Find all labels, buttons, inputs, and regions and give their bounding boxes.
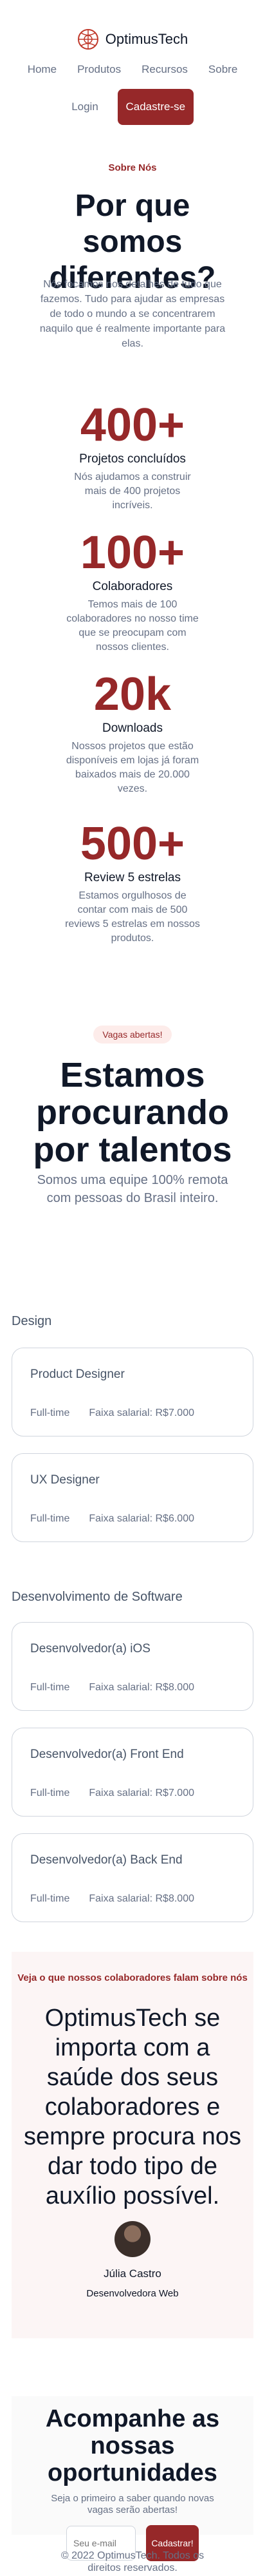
stat-label: Downloads — [102, 721, 163, 735]
about-section: Sobre Nós — [0, 162, 265, 173]
job-title: Product Designer — [30, 1368, 125, 1381]
job-title: Desenvolvedor(a) Back End — [30, 1853, 183, 1867]
stat-downloads: 20k Downloads Nossos projetos que estão … — [0, 669, 265, 796]
job-salary: Faixa salarial: R$7.000 — [89, 1407, 194, 1418]
stat-value: 20k — [93, 669, 172, 720]
testimonial-quote: OptimusTech se importa com a saúde dos s… — [24, 2005, 241, 2209]
stat-desc: Nossos projetos que estão disponíveis em… — [66, 741, 199, 794]
nav-produtos[interactable]: Produtos — [77, 63, 121, 76]
job-meta: Full-time Faixa salarial: R$8.000 — [30, 1682, 194, 1693]
job-title: Desenvolvedor(a) Front End — [30, 1748, 184, 1761]
stat-label: Colaboradores — [92, 580, 173, 593]
signup-button[interactable]: Cadastre-se — [117, 89, 194, 125]
job-salary: Faixa salarial: R$8.000 — [89, 1682, 194, 1693]
avatar — [114, 2221, 151, 2257]
author-wrap: Júlia Castro — [0, 2267, 265, 2280]
careers-badge-wrap: Vagas abertas! — [0, 1026, 265, 1044]
job-card-ios[interactable]: Desenvolvedor(a) iOS Full-time Faixa sal… — [12, 1622, 253, 1711]
testimonial-role: Desenvolvedora Web — [86, 2288, 179, 2299]
job-card-product-designer[interactable]: Product Designer Full-time Faixa salaria… — [12, 1348, 253, 1436]
about-desc-wrap: Nós focamos nos detalhes de tudo que faz… — [0, 277, 265, 351]
subscribe-desc-wrap: Seja o primeiro a saber quando novas vag… — [0, 2493, 265, 2516]
careers-title: Estamos procurando por talentos — [33, 1056, 232, 1169]
footer: © 2022 OptimusTech. Todos os direitos re… — [0, 2550, 265, 2574]
job-type: Full-time — [30, 1788, 70, 1798]
careers-badge: Vagas abertas! — [93, 1026, 172, 1044]
testimonial-eyebrow-wrap: Veja o que nossos colaboradores falam so… — [0, 1972, 265, 1983]
job-meta: Full-time Faixa salarial: R$8.000 — [30, 1893, 194, 1905]
careers-subtitle: Somos uma equipe 100% remota com pessoas… — [37, 1173, 228, 1205]
stat-desc: Temos mais de 100 colaboradores no nosso… — [66, 599, 199, 653]
login-link[interactable]: Login — [71, 100, 98, 113]
brand-name: OptimusTech — [105, 31, 188, 47]
stat-collaborators: 100+ Colaboradores Temos mais de 100 col… — [0, 527, 265, 654]
stat-desc: Nós ajudamos a construir mais de 400 pro… — [74, 472, 191, 511]
avatar-wrap — [0, 2221, 265, 2257]
job-salary: Faixa salarial: R$7.000 — [89, 1788, 194, 1798]
main-nav: Home Produtos Recursos Sobre — [0, 63, 265, 76]
subscribe-title: Acompanhe as nossas oportunidades — [45, 2405, 220, 2486]
stat-reviews: 500+ Review 5 estrelas Estamos orgulhoso… — [0, 818, 265, 946]
stat-label: Projetos concluídos — [79, 452, 186, 466]
subscribe-description: Seja o primeiro a saber quando novas vag… — [51, 2493, 214, 2515]
header-logo[interactable]: OptimusTech — [0, 28, 265, 50]
job-type: Full-time — [30, 1682, 70, 1693]
role-wrap: Desenvolvedora Web — [0, 2288, 265, 2299]
job-meta: Full-time Faixa salarial: R$7.000 — [30, 1788, 194, 1799]
job-title: Desenvolvedor(a) iOS — [30, 1642, 151, 1655]
stat-label: Review 5 estrelas — [84, 871, 181, 884]
testimonial-quote-wrap: OptimusTech se importa com a saúde dos s… — [0, 2003, 265, 2211]
stat-desc: Estamos orgulhosos de contar com mais de… — [65, 890, 200, 944]
job-meta: Full-time Faixa salarial: R$6.000 — [30, 1513, 194, 1525]
about-eyebrow: Sobre Nós — [108, 162, 157, 173]
testimonial-author: Júlia Castro — [104, 2267, 161, 2280]
job-salary: Faixa salarial: R$6.000 — [89, 1513, 194, 1524]
job-meta: Full-time Faixa salarial: R$7.000 — [30, 1407, 194, 1419]
stat-value: 400+ — [80, 399, 185, 451]
auth-actions: Login Cadastre-se — [0, 89, 265, 125]
careers-title-wrap: Estamos procurando por talentos — [0, 1056, 265, 1169]
stat-value: 500+ — [80, 818, 185, 870]
nav-home[interactable]: Home — [28, 63, 57, 76]
job-type: Full-time — [30, 1513, 70, 1524]
job-type: Full-time — [30, 1407, 70, 1418]
footer-copyright: © 2022 OptimusTech. Todos os direitos re… — [60, 2550, 205, 2573]
department-design: Design — [12, 1314, 52, 1328]
nav-sobre[interactable]: Sobre — [208, 63, 237, 76]
testimonial-eyebrow: Veja o que nossos colaboradores falam so… — [17, 1972, 248, 1983]
stat-value: 100+ — [80, 527, 185, 578]
job-card-ux-designer[interactable]: UX Designer Full-time Faixa salarial: R$… — [12, 1453, 253, 1542]
nav-recursos[interactable]: Recursos — [142, 63, 188, 76]
job-type: Full-time — [30, 1893, 70, 1904]
job-title: UX Designer — [30, 1473, 100, 1487]
about-description: Nós focamos nos detalhes de tudo que faz… — [39, 279, 226, 349]
subscribe-title-wrap: Acompanhe as nossas oportunidades — [0, 2405, 265, 2486]
globe-logo-icon — [77, 29, 98, 50]
job-card-backend[interactable]: Desenvolvedor(a) Back End Full-time Faix… — [12, 1833, 253, 1922]
job-card-frontend[interactable]: Desenvolvedor(a) Front End Full-time Fai… — [12, 1728, 253, 1817]
department-software: Desenvolvimento de Software — [12, 1590, 183, 1604]
careers-subtitle-wrap: Somos uma equipe 100% remota com pessoas… — [0, 1171, 265, 1207]
job-salary: Faixa salarial: R$8.000 — [89, 1893, 194, 1904]
stat-projects: 400+ Projetos concluídos Nós ajudamos a … — [0, 399, 265, 513]
